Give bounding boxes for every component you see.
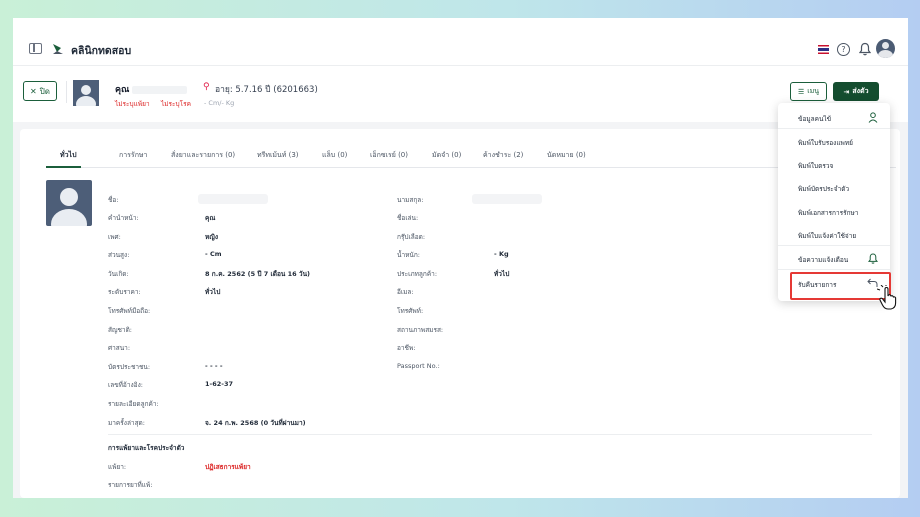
field-label: โทรศัพท์:	[397, 307, 424, 315]
field-value: หญิง	[205, 233, 218, 241]
field-label: ชื่อเล่น:	[397, 214, 419, 222]
menu-item-print-treatment[interactable]: พิมพ์เอกสารการรักษา	[778, 201, 890, 223]
field-label: โทรศัพท์มือถือ:	[108, 307, 151, 315]
send-label: ส่งตัว	[852, 87, 869, 95]
field-value: - - - -	[205, 362, 223, 370]
field-value: - Cm	[205, 250, 222, 258]
field-value: จ. 24 ก.พ. 2568 (0 วันที่ผ่านมา)	[205, 419, 306, 427]
field-label: น้ำหนัก:	[397, 251, 420, 259]
allergy-section-title: การแพ้ยาและโรคประจำตัว	[108, 444, 185, 452]
close-label: ปิด	[39, 86, 50, 96]
field-label: บัตรประชาชน:	[108, 363, 151, 371]
menu-item-print-idcard[interactable]: พิมพ์บัตรประจำตัว	[778, 177, 890, 199]
field-label: รายละเอียดลูกค้า:	[108, 400, 159, 408]
tab-appointments[interactable]: นัดหมาย (0)	[547, 150, 586, 161]
close-button[interactable]: ✕ ปิด	[23, 81, 57, 101]
redacted-value	[472, 194, 542, 204]
field-label: วันเกิด:	[108, 270, 129, 278]
field-value: ทั่วไป	[205, 288, 221, 296]
thai-flag-icon[interactable]	[818, 45, 829, 54]
exit-icon: ⇥	[843, 87, 850, 96]
patient-name: คุณ	[115, 82, 188, 96]
field-label: คำนำหน้า:	[108, 214, 139, 222]
field-label: อาชีพ:	[397, 344, 416, 352]
help-icon[interactable]: ?	[837, 43, 850, 56]
menu-label: เมนู	[807, 87, 820, 95]
highlight-box	[790, 272, 891, 300]
field-label: Passport No.:	[397, 362, 440, 370]
field-value: - Kg	[494, 250, 509, 258]
field-value: ทั่วไป	[494, 270, 510, 278]
hand-pointer-cursor-icon	[877, 285, 897, 310]
divider	[66, 81, 67, 103]
tab-orders[interactable]: สั่งยาและรายการ (0)	[171, 150, 235, 161]
field-label: ส่วนสูง:	[108, 251, 130, 259]
field-value: คุณ	[205, 214, 216, 222]
menu-item-print-invoice[interactable]: พิมพ์ใบแจ้งค่าใช้จ่าย	[778, 224, 890, 246]
field-label: กรุ๊ปเลือด:	[397, 233, 426, 241]
field-label: ประเภทลูกค้า:	[397, 270, 438, 278]
location-pin-icon: ⚲	[203, 82, 210, 92]
active-tab-indicator	[46, 166, 81, 168]
section-divider	[108, 434, 872, 435]
notification-bell-icon[interactable]	[859, 42, 871, 56]
allergy-list-label: รายการยาที่แพ้:	[108, 481, 153, 489]
field-value: 8 ก.ค. 2562 (5 ปี 7 เดือน 16 วัน)	[205, 270, 310, 278]
clinic-logo-icon	[53, 44, 63, 54]
field-label: มาครั้งล่าสุด:	[108, 419, 145, 427]
field-label: เลขที่อ้างอิง:	[108, 381, 143, 389]
send-button[interactable]: ⇥ ส่งตัว	[833, 82, 879, 101]
content-area: ทั่วไป การรักษา สั่งยาและรายการ (0) ทรีท…	[13, 122, 908, 498]
field-label: อีเมล:	[397, 288, 414, 296]
patient-avatar	[73, 80, 99, 106]
menu-item-patient-info[interactable]: ข้อมูลคนไข้	[778, 107, 890, 129]
app-title: คลินิกทดสอบ	[71, 45, 132, 57]
field-label: ระดับราคา:	[108, 288, 141, 296]
tab-general[interactable]: ทั่วไป	[60, 150, 77, 161]
tab-deposit[interactable]: มัดจำ (0)	[432, 150, 461, 161]
tab-bar: ทั่วไป การรักษา สั่งยาและรายการ (0) ทรีท…	[46, 143, 896, 168]
bell-icon	[868, 253, 878, 264]
tab-lab[interactable]: แล็บ (0)	[322, 150, 347, 161]
close-icon: ✕	[30, 86, 37, 96]
user-icon	[868, 112, 878, 123]
allergy-tag: ไม่ระบุแพ้ยา	[115, 100, 150, 108]
patient-header: ✕ ปิด คุณ ⚲ อายุ: 5.7.16 ปี (6201663) ไม…	[13, 67, 908, 120]
menu-item-print-medcert[interactable]: พิมพ์ใบรับรองแพทย์	[778, 131, 890, 153]
menu-item-notification[interactable]: ข้อความแจ้งเตือน	[778, 248, 890, 270]
patient-age: อายุ: 5.7.16 ปี (6201663)	[215, 85, 318, 95]
user-avatar[interactable]	[876, 39, 895, 58]
field-label: ศาสนา:	[108, 344, 131, 352]
tab-xray[interactable]: เอ็กซเรย์ (0)	[370, 150, 408, 161]
disease-tag: ไม่ระบุโรค	[161, 100, 191, 108]
field-value: 1-62-37	[205, 380, 234, 388]
allergy-value: ปฏิเสธการแพ้ยา	[205, 463, 251, 471]
tab-treatments[interactable]: ทรีทเม้นท์ (3)	[257, 150, 299, 161]
tab-treatment[interactable]: การรักษา	[119, 150, 147, 161]
menu-item-print-exam[interactable]: พิมพ์ใบตรวจ	[778, 154, 890, 176]
patient-photo	[46, 180, 92, 226]
menu-button[interactable]: ☰ เมนู	[790, 82, 827, 101]
field-label: ชื่อ:	[108, 196, 119, 204]
sidebar-toggle-icon[interactable]	[29, 43, 42, 54]
patient-card: ทั่วไป การรักษา สั่งยาและรายการ (0) ทรีท…	[20, 129, 900, 498]
tab-outstanding[interactable]: ค้างชำระ (2)	[483, 150, 523, 161]
redacted-value	[198, 194, 268, 204]
height-weight: - Cm/- Kg	[204, 99, 235, 107]
field-label: สัญชาติ:	[108, 326, 132, 334]
field-label: นามสกุล:	[397, 196, 424, 204]
app-window: คลินิกทดสอบ ? ✕ ปิด คุณ ⚲ อายุ: 5.7.16 ป…	[13, 18, 908, 498]
top-bar: คลินิกทดสอบ ?	[13, 18, 908, 66]
field-label: เพศ:	[108, 233, 121, 241]
allergy-label: แพ้ยา:	[108, 463, 127, 471]
hamburger-icon: ☰	[797, 87, 805, 96]
field-label: สถานภาพสมรส:	[397, 326, 444, 334]
